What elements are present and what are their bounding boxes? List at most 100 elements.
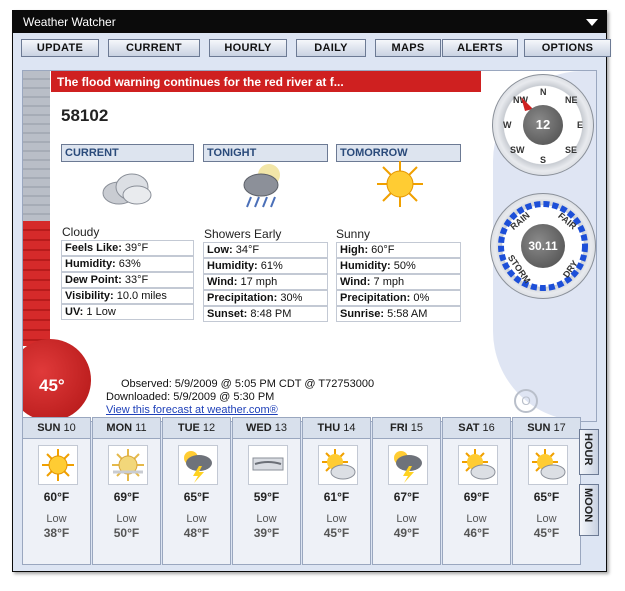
day-header: SUN 17 xyxy=(513,418,580,439)
forecast-day[interactable]: FRI 15 67°F Low 49°F xyxy=(372,417,441,565)
forecast-day[interactable]: THU 14 61°F Low 45°F xyxy=(302,417,371,565)
row-value: 10.0 miles xyxy=(116,290,167,302)
hourly-button[interactable]: HOURLY xyxy=(209,39,287,57)
tonight-precipitation-row: Precipitation: 30% xyxy=(203,290,328,306)
day-header: THU 14 xyxy=(303,418,370,439)
day-name: WED xyxy=(246,422,272,434)
row-label: UV: xyxy=(65,306,84,318)
day-date: 12 xyxy=(202,422,216,434)
current-visibility-row: Visibility: 10.0 miles xyxy=(61,288,194,304)
row-value: 1 Low xyxy=(86,306,116,318)
day-low: 39°F xyxy=(253,526,280,540)
day-low: 49°F xyxy=(393,526,420,540)
tomorrow-high-row: High: 60°F xyxy=(336,242,461,258)
day-name: SUN xyxy=(37,422,61,434)
day-low: 50°F xyxy=(113,526,140,540)
forecast-day[interactable]: SUN 17 65°F Low 45°F xyxy=(512,417,581,565)
row-value: 34°F xyxy=(235,244,260,256)
compass-se: SE xyxy=(565,145,578,155)
day-high: 69°F xyxy=(113,490,140,504)
tomorrow-wind-row: Wind: 7 mph xyxy=(336,274,461,290)
forecast-day[interactable]: SAT 16 69°F Low 46°F xyxy=(442,417,511,565)
day-low-label: Low xyxy=(256,513,277,525)
row-value: 7 mph xyxy=(373,276,405,288)
day-low: 45°F xyxy=(323,526,350,540)
showers-night-icon xyxy=(243,164,280,208)
day-date: 10 xyxy=(63,422,76,434)
row-label: Humidity: xyxy=(65,258,116,270)
compass-e: E xyxy=(577,120,584,130)
menu-dropdown-icon[interactable] xyxy=(586,19,598,26)
wind-speed-value: 12 xyxy=(523,105,563,145)
day-header: WED 13 xyxy=(233,418,300,439)
day-low: 38°F xyxy=(43,526,70,540)
row-label: Wind: xyxy=(340,276,371,288)
day-high: 67°F xyxy=(393,490,420,504)
row-label: Humidity: xyxy=(340,260,391,272)
forecast-day[interactable]: SUN 10 60°F Low 38°F xyxy=(22,417,91,565)
row-value: 39°F xyxy=(124,242,149,254)
update-button[interactable]: UPDATE xyxy=(21,39,99,57)
sunny-icon xyxy=(377,161,423,207)
options-button[interactable]: OPTIONS xyxy=(524,39,611,57)
compass-w: W xyxy=(503,120,512,130)
nav-toolbar: UPDATE CURRENT HOURLY DAILY MAPS ALERTS … xyxy=(21,39,611,57)
day-header: TUE 12 xyxy=(163,418,230,439)
row-label: Precipitation: xyxy=(207,292,278,304)
row-label: Visibility: xyxy=(65,290,114,302)
day-header: SAT 16 xyxy=(443,418,510,439)
hour-tab-label: HOUR xyxy=(582,433,594,466)
cloudy-icon xyxy=(102,173,152,205)
row-label: Precipitation: xyxy=(340,292,411,304)
hour-tab[interactable]: HOUR xyxy=(579,429,599,475)
day-low-label: Low xyxy=(46,513,67,525)
day-name: FRI xyxy=(389,422,408,434)
compass-dial: N NE E SE S SW W NW 12 xyxy=(492,74,594,176)
moon-tab-label: MOON xyxy=(582,488,594,523)
alert-text[interactable]: The flood warning continues for the red … xyxy=(57,75,344,89)
compass-sw: SW xyxy=(510,145,525,155)
weather-com-link[interactable]: View this forecast at weather.com® xyxy=(106,404,278,416)
thunderstorm-icon xyxy=(178,445,218,485)
tomorrow-condition: Sunny xyxy=(336,227,371,241)
row-label: High: xyxy=(340,244,369,256)
row-value: 61% xyxy=(260,260,283,272)
day-high: 59°F xyxy=(253,490,280,504)
day-name: TUE xyxy=(177,422,200,434)
daily-button[interactable]: DAILY xyxy=(296,39,366,57)
current-dewpoint-row: Dew Point: 33°F xyxy=(61,272,194,288)
windy-icon xyxy=(248,445,288,485)
partly-cloudy-icon xyxy=(528,445,568,485)
current-button[interactable]: CURRENT xyxy=(108,39,200,57)
row-label: Feels Like: xyxy=(65,242,122,254)
forecast-day[interactable]: MON 11 69°F Low 50°F xyxy=(92,417,161,565)
row-label: Sunrise: xyxy=(340,308,385,320)
row-label: Dew Point: xyxy=(65,274,122,286)
compass-ne: NE xyxy=(565,95,578,105)
day-header: SUN 10 xyxy=(23,418,90,439)
forecast-day[interactable]: WED 13 59°F Low 39°F xyxy=(232,417,301,565)
day-low-label: Low xyxy=(466,513,487,525)
sunny-icon xyxy=(38,445,78,485)
barometer-dial: RAIN FAIR DRY STORM 30.11 xyxy=(490,193,596,299)
current-conditions-panel: 45° The flood warning continues for the … xyxy=(22,70,597,422)
row-value: 8:48 PM xyxy=(250,308,292,320)
o-button[interactable]: O xyxy=(514,389,538,413)
moon-tab[interactable]: MOON xyxy=(579,484,599,536)
day-low: 46°F xyxy=(463,526,490,540)
row-value: 5:58 AM xyxy=(387,308,428,320)
day-date: 14 xyxy=(343,422,356,434)
current-condition: Cloudy xyxy=(62,225,100,239)
alerts-button[interactable]: ALERTS xyxy=(442,39,518,57)
tonight-condition: Showers Early xyxy=(204,227,282,241)
tonight-low-row: Low: 34°F xyxy=(203,242,328,258)
tonight-sunset-row: Sunset: 8:48 PM xyxy=(203,306,328,322)
compass-n: N xyxy=(540,87,547,97)
tonight-humidity-row: Humidity: 61% xyxy=(203,258,328,274)
thunderstorm-icon xyxy=(388,445,428,485)
tomorrow-sunrise-row: Sunrise: 5:58 AM xyxy=(336,306,461,322)
maps-button[interactable]: MAPS xyxy=(375,39,441,57)
daily-forecast-strip: SUN 10 60°F Low 38°F MON 11 69°F Low 50°… xyxy=(22,417,581,565)
row-label: Wind: xyxy=(207,276,238,288)
forecast-day[interactable]: TUE 12 65°F Low 48°F xyxy=(162,417,231,565)
